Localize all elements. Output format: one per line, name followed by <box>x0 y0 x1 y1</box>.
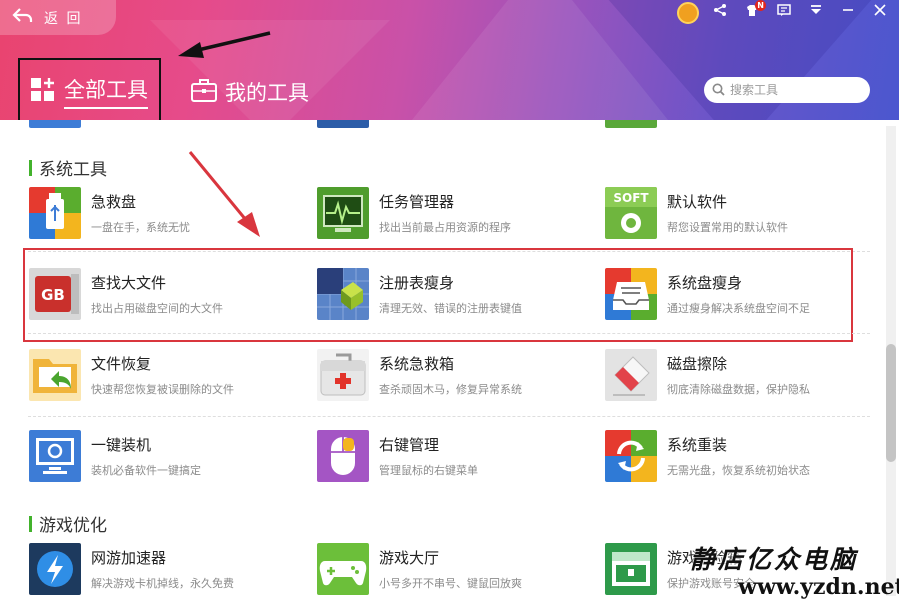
header-banner: 返 回 N 全部工具 我的工具 搜索工具 <box>0 0 899 120</box>
medal-icon[interactable] <box>677 2 699 24</box>
reinstall-cycle-icon <box>605 430 657 482</box>
tool-name: 网游加速器 <box>91 549 167 567</box>
tool-one-click-install[interactable]: 一键装机 装机必备软件一键搞定 <box>29 430 289 488</box>
lightning-icon <box>29 543 81 595</box>
tab-my-tools-label: 我的工具 <box>225 80 309 105</box>
tool-desc: 彻底清除磁盘数据，保护隐私 <box>667 383 810 396</box>
section-marker <box>29 515 32 532</box>
soft-icon-text: SOFT <box>613 191 649 205</box>
watermark: 静店亿众电脑 www.yzdn.net <box>690 540 899 600</box>
share-icon[interactable] <box>709 2 731 24</box>
tool-system-first-aid[interactable]: 系统急救箱 查杀顽固木马，修复异常系统 <box>317 349 577 407</box>
partial-tool-icon <box>605 120 657 128</box>
tool-name: 任务管理器 <box>379 193 455 211</box>
back-arrow-icon <box>12 7 34 29</box>
tool-name: 游戏大厅 <box>379 549 440 567</box>
watermark-url: www.yzdn.net <box>738 574 899 600</box>
partial-tool-icon <box>317 120 369 128</box>
tool-desc: 装机必备软件一键搞定 <box>91 464 201 477</box>
row-divider <box>28 333 870 334</box>
eraser-icon <box>605 349 657 401</box>
window-controls: N <box>677 0 891 24</box>
tool-desc: 找出当前最占用资源的程序 <box>379 221 511 234</box>
highlight-annotation-box <box>23 248 853 342</box>
tool-rescue-disk[interactable]: 急救盘 一盘在手，系统无忧 <box>29 187 289 245</box>
gamepad-icon <box>317 543 369 595</box>
tool-name: 磁盘擦除 <box>667 355 728 373</box>
grid-plus-icon <box>30 77 56 107</box>
usb-rescue-icon <box>29 187 81 239</box>
tool-name: 文件恢复 <box>91 355 152 373</box>
tool-desc: 管理鼠标的右键菜单 <box>379 464 478 477</box>
message-icon[interactable] <box>773 2 795 24</box>
section-title-game: 游戏优化 <box>29 511 107 536</box>
monitor-install-icon <box>29 430 81 482</box>
tool-file-recovery[interactable]: 文件恢复 快速帮您恢复被误删除的文件 <box>29 349 289 407</box>
menu-icon[interactable] <box>805 2 827 24</box>
tool-center-window: 返 回 N 全部工具 我的工具 搜索工具 系统工具 急救盘 一盘在手，系统无忧 … <box>0 0 899 603</box>
tool-game-accelerator[interactable]: 网游加速器 解决游戏卡机掉线，永久免费 <box>29 543 289 601</box>
tool-name: 系统急救箱 <box>379 355 455 373</box>
tool-name: 右键管理 <box>379 436 440 454</box>
safe-box-icon <box>605 543 657 595</box>
search-input[interactable] <box>730 83 860 97</box>
section-title-system: 系统工具 <box>29 155 107 180</box>
tool-desc: 解决游戏卡机掉线，永久免费 <box>91 577 234 590</box>
tab-my-tools[interactable]: 我的工具 <box>191 77 309 107</box>
tool-desc: 无需光盘，恢复系统初始状态 <box>667 464 810 477</box>
soft-settings-icon: SOFT <box>605 187 657 239</box>
folder-restore-icon <box>29 349 81 401</box>
toolbox-icon <box>191 77 217 107</box>
section-marker <box>29 159 32 176</box>
tool-context-menu[interactable]: 右键管理 管理鼠标的右键菜单 <box>317 430 577 488</box>
back-label: 返 回 <box>44 10 83 27</box>
skin-icon[interactable]: N <box>741 0 766 24</box>
task-monitor-icon <box>317 187 369 239</box>
tool-desc: 查杀顽固木马，修复异常系统 <box>379 383 522 396</box>
minimize-icon[interactable] <box>837 2 859 24</box>
mouse-icon <box>317 430 369 482</box>
notification-badge: N <box>755 0 766 11</box>
close-icon[interactable] <box>869 2 891 24</box>
tool-tabs: 全部工具 我的工具 <box>18 58 309 120</box>
tool-name: 急救盘 <box>91 193 137 211</box>
tool-default-software[interactable]: SOFT 默认软件 帮您设置常用的默认软件 <box>605 187 865 245</box>
tool-system-reinstall[interactable]: 系统重装 无需光盘，恢复系统初始状态 <box>605 430 865 488</box>
tool-desc: 一盘在手，系统无忧 <box>91 221 190 234</box>
tool-task-manager[interactable]: 任务管理器 找出当前最占用资源的程序 <box>317 187 577 245</box>
tab-all-tools-label: 全部工具 <box>64 74 148 109</box>
tool-name: 系统重装 <box>667 436 728 454</box>
tool-name: 一键装机 <box>91 436 152 454</box>
back-button[interactable]: 返 回 <box>0 0 116 35</box>
tab-all-tools[interactable]: 全部工具 <box>18 58 161 120</box>
watermark-text: 静店亿众电脑 <box>690 545 859 574</box>
tool-game-lobby[interactable]: 游戏大厅 小号多开不串号、键鼠回放爽 <box>317 543 577 601</box>
tool-desc: 帮您设置常用的默认软件 <box>667 221 788 234</box>
first-aid-kit-icon <box>317 349 369 401</box>
tool-desc: 小号多开不串号、键鼠回放爽 <box>379 577 522 590</box>
search-box <box>704 77 870 103</box>
tool-desc: 快速帮您恢复被误删除的文件 <box>91 383 234 396</box>
search-icon <box>712 81 725 100</box>
row-divider <box>28 416 870 417</box>
scrollbar-thumb[interactable] <box>886 344 896 462</box>
tool-disk-wipe[interactable]: 磁盘擦除 彻底清除磁盘数据，保护隐私 <box>605 349 865 407</box>
partial-tool-icon <box>29 120 81 128</box>
tool-name: 默认软件 <box>667 193 728 211</box>
